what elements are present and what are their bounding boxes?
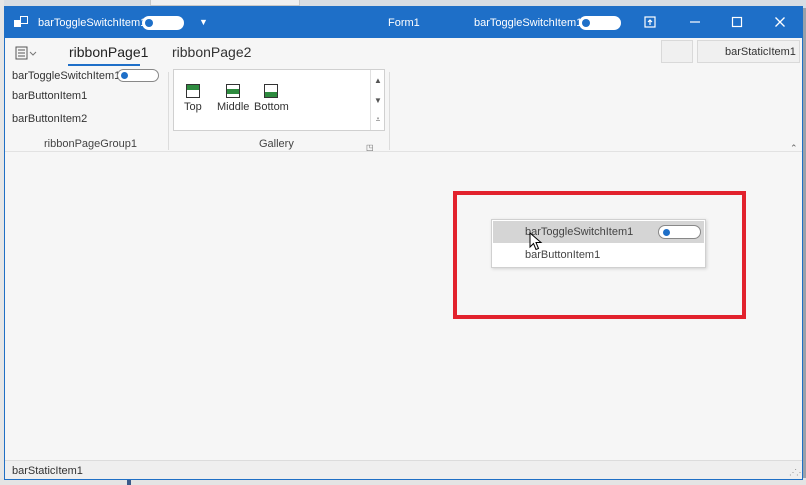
align-top-icon <box>185 84 200 98</box>
ribbon-toggle-label: barToggleSwitchItem1 <box>12 70 121 82</box>
align-middle-icon <box>226 84 241 98</box>
gallery-expand-icon[interactable]: ⩡ <box>371 110 385 130</box>
bar-button-item-1[interactable]: barButtonItem1 <box>12 90 87 102</box>
bar-button-item-2[interactable]: barButtonItem2 <box>12 113 87 125</box>
application-menu-icon[interactable] <box>15 46 37 60</box>
group-separator <box>389 72 390 150</box>
close-icon <box>775 17 785 27</box>
app-icon <box>14 16 28 27</box>
gallery[interactable]: Top Middle Bottom ▲ ▼ ⩡ <box>173 69 385 131</box>
qat-toggle-switch[interactable] <box>142 16 184 30</box>
status-bar: barStaticItem1 ⋰⋰ <box>5 460 802 479</box>
gallery-scroll-down-icon[interactable]: ▼ <box>371 90 385 110</box>
gallery-item-label: Top <box>184 101 202 113</box>
toggle-knob <box>663 229 670 236</box>
minimize-button[interactable] <box>681 11 709 33</box>
tab-ribbon-page-2[interactable]: ribbonPage2 <box>172 44 251 60</box>
gallery-scroll-up-icon[interactable]: ▲ <box>371 70 385 90</box>
title-bar[interactable]: barToggleSwitchItem1 ▼ Form1 barToggleSw… <box>5 7 802 38</box>
ribbon-toggle-switch[interactable] <box>117 69 159 82</box>
gallery-item-top[interactable]: Top <box>184 84 202 113</box>
group-separator <box>168 72 169 150</box>
popup-toggle-switch[interactable] <box>658 225 701 239</box>
pin-icon <box>644 16 656 28</box>
resize-grip-icon[interactable]: ⋰⋰ <box>789 468 802 477</box>
ribbon-group-1-caption: ribbonPageGroup1 <box>44 138 137 150</box>
mouse-cursor-icon <box>529 232 543 251</box>
maximize-button[interactable] <box>723 11 751 33</box>
chevron-down-icon[interactable]: ▼ <box>199 17 208 27</box>
popup-item-toggle[interactable]: barToggleSwitchItem1 <box>493 221 704 243</box>
status-static-item: barStaticItem1 <box>12 465 83 477</box>
qat-toggle-label: barToggleSwitchItem1 <box>38 17 147 29</box>
caption-toggle-label: barToggleSwitchItem1 <box>474 17 583 29</box>
window-title: Form1 <box>388 17 420 29</box>
client-area: barToggleSwitchItem1 barButtonItem1 <box>5 153 802 460</box>
toggle-knob <box>121 72 128 79</box>
dialog-launcher-icon[interactable]: ◳ <box>366 143 374 152</box>
align-bottom-icon <box>264 84 279 98</box>
pin-button[interactable] <box>636 11 664 33</box>
active-tab-indicator <box>68 64 140 66</box>
toggle-knob <box>145 19 153 27</box>
tab-ribbon-page-1[interactable]: ribbonPage1 <box>69 44 148 60</box>
maximize-icon <box>731 16 743 28</box>
gallery-item-bottom[interactable]: Bottom <box>254 84 289 113</box>
toggle-knob <box>582 19 590 27</box>
header-static-item: barStaticItem1 <box>725 46 796 58</box>
ribbon-page-content: barToggleSwitchItem1 barButtonItem1 barB… <box>5 68 802 153</box>
close-button[interactable] <box>766 11 794 33</box>
gallery-scrollbar[interactable]: ▲ ▼ ⩡ <box>370 70 385 130</box>
form-window: barToggleSwitchItem1 ▼ Form1 barToggleSw… <box>4 6 803 480</box>
gallery-item-middle[interactable]: Middle <box>217 84 249 113</box>
ribbon-tab-header: ribbonPage1 ribbonPage2 barStaticItem1 <box>5 38 802 68</box>
gallery-item-label: Bottom <box>254 101 289 113</box>
header-blank-item[interactable] <box>661 40 693 63</box>
popup-item-button[interactable]: barButtonItem1 <box>493 244 704 266</box>
gallery-item-label: Middle <box>217 101 250 113</box>
caption-toggle-switch[interactable] <box>579 16 621 30</box>
gallery-group-caption: Gallery <box>259 138 294 150</box>
popup-menu: barToggleSwitchItem1 barButtonItem1 <box>491 219 706 268</box>
minimize-icon <box>690 21 700 23</box>
